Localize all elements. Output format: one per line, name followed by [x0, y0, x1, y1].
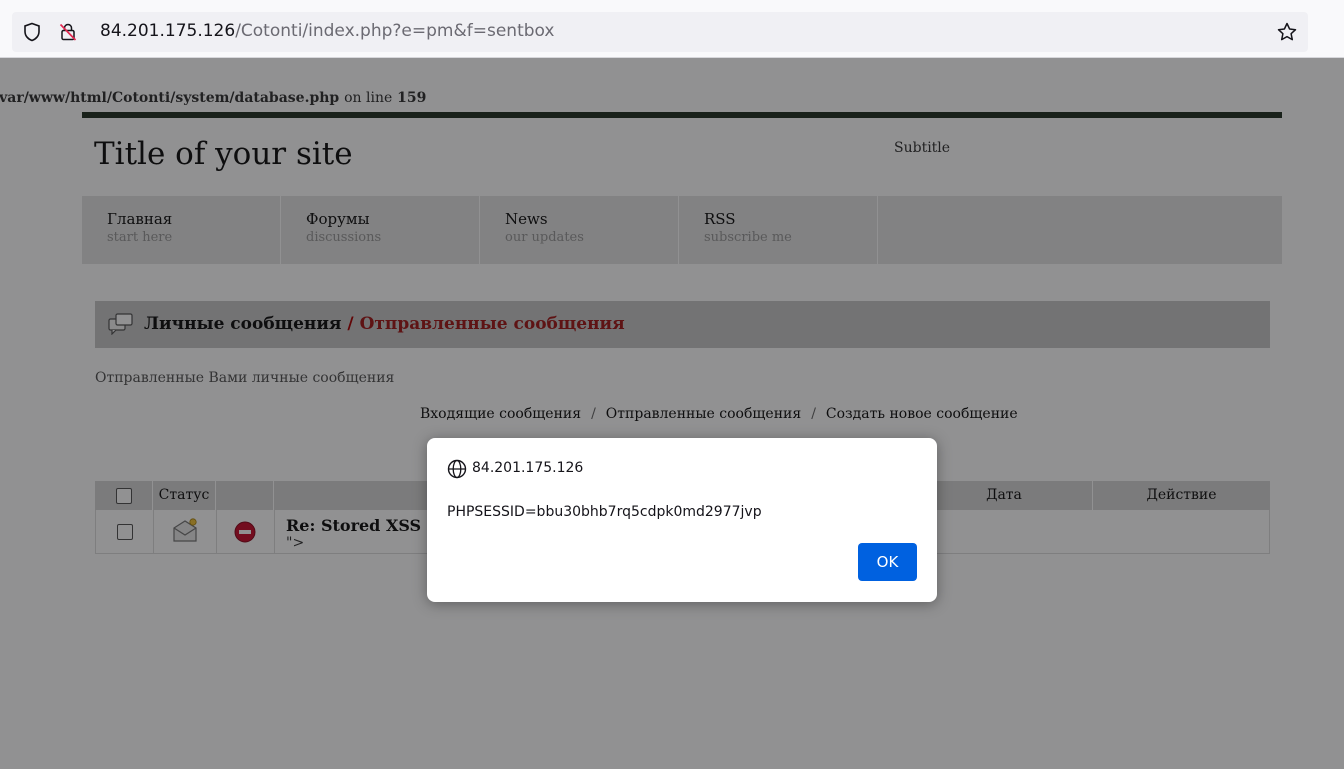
url-text[interactable]: 84.201.175.126/Cotonti/index.php?e=pm&f=…	[100, 21, 554, 41]
url-host: 84.201.175.126	[100, 21, 236, 41]
globe-icon	[447, 459, 467, 479]
dialog-origin: 84.201.175.126	[472, 460, 584, 476]
url-path: /Cotonti/index.php?e=pm&f=sentbox	[235, 21, 555, 41]
tracking-protection-shield-icon[interactable]	[22, 22, 42, 42]
dialog-message: PHPSESSID=bbu30bhb7rq5cdpk0md2977jvp	[447, 504, 762, 520]
insecure-lock-icon[interactable]	[58, 22, 78, 42]
modal-overlay	[0, 58, 1344, 769]
ok-button[interactable]: OK	[858, 543, 917, 581]
address-bar[interactable]: 84.201.175.126/Cotonti/index.php?e=pm&f=…	[12, 12, 1308, 52]
bookmark-star-icon[interactable]	[1276, 21, 1298, 43]
browser-toolbar: 84.201.175.126/Cotonti/index.php?e=pm&f=…	[0, 0, 1344, 58]
alert-dialog: 84.201.175.126 PHPSESSID=bbu30bhb7rq5cdp…	[427, 438, 937, 602]
